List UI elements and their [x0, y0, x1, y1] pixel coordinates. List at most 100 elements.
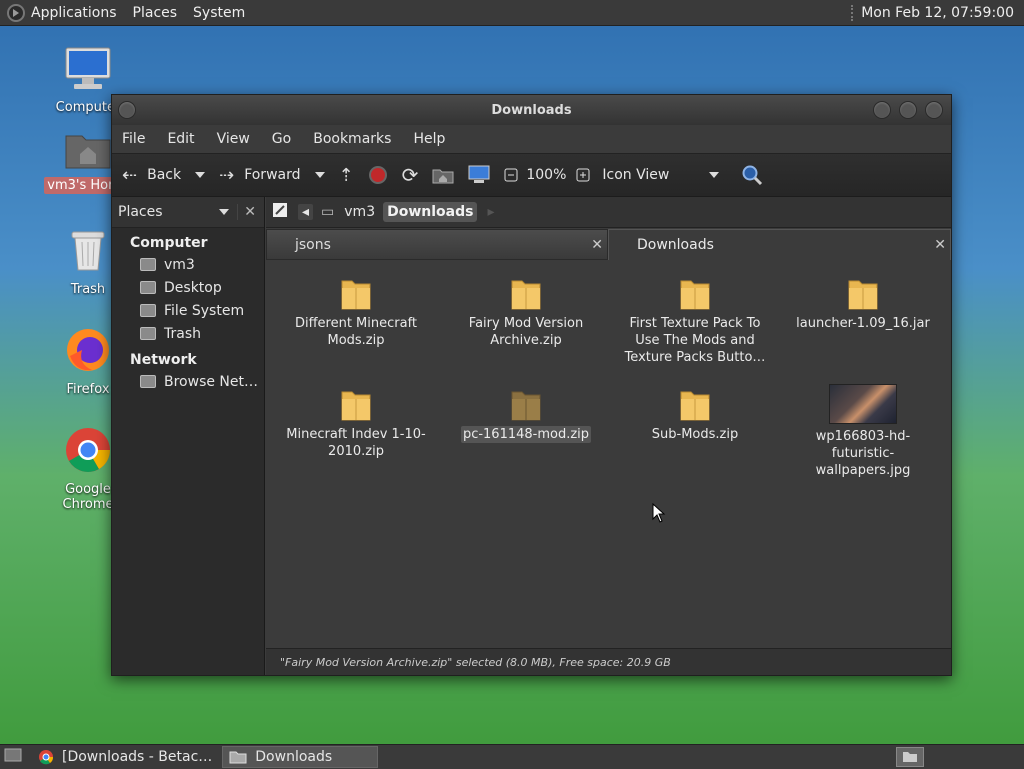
- computer-button[interactable]: [468, 165, 490, 185]
- maximize-button[interactable]: [899, 101, 917, 119]
- search-icon: [742, 165, 763, 186]
- toolbar: ⇠ Back ⇢ Forward ⇡ ⟳ 100% Icon View: [112, 153, 951, 197]
- desktop-icon-label: Trash: [70, 282, 106, 297]
- status-bar: "Fairy Mod Version Archive.zip" selected…: [266, 648, 951, 675]
- computer-icon: [38, 46, 138, 96]
- breadcrumb-vm3[interactable]: vm3: [340, 202, 379, 222]
- menu-applications[interactable]: Applications: [31, 5, 117, 21]
- close-icon[interactable]: ✕: [934, 237, 946, 253]
- file-name: Sub-Mods.zip: [651, 427, 739, 442]
- file-name: launcher-1.09_16.jar: [796, 316, 930, 331]
- tab-downloads[interactable]: Downloads ✕: [608, 229, 951, 260]
- sidebar-item-desktop[interactable]: Desktop: [112, 276, 264, 299]
- back-history-dropdown-icon[interactable]: [195, 172, 206, 178]
- file-name: Fairy Mod Version Archive.zip: [468, 316, 584, 348]
- breadcrumb-downloads[interactable]: Downloads: [383, 202, 478, 222]
- icon-view[interactable]: Different Minecraft Mods.zip Fairy Mod V…: [266, 263, 951, 648]
- zoom-out-button[interactable]: [504, 168, 518, 182]
- close-icon[interactable]: ✕: [591, 237, 603, 253]
- clock[interactable]: Mon Feb 12, 07:59:00: [851, 4, 1014, 21]
- back-arrow-icon: ⇠: [122, 164, 138, 186]
- close-button[interactable]: [925, 101, 943, 119]
- file-name: pc-161148-mod.zip: [460, 426, 592, 443]
- sidebar-item-file-system[interactable]: File System: [112, 299, 264, 322]
- menu-bookmarks[interactable]: Bookmarks: [313, 131, 391, 147]
- zoom-in-button[interactable]: [576, 168, 590, 182]
- forward-arrow-icon: ⇢: [219, 164, 235, 186]
- file-manager-window: Downloads File Edit View Go Bookmarks He…: [111, 94, 952, 676]
- pencil-icon: [273, 203, 287, 217]
- file-item-selected[interactable]: pc-161148-mod.zip: [451, 380, 601, 443]
- back-button[interactable]: ⇠ Back: [122, 164, 206, 186]
- taskbar-item-downloads[interactable]: Downloads: [222, 746, 379, 768]
- zoom-in-icon: [576, 168, 590, 182]
- path-forward-button[interactable]: ▸: [487, 204, 494, 220]
- archive-icon: [340, 386, 372, 422]
- sidebar-item-trash[interactable]: Trash: [112, 322, 264, 345]
- sidebar-close-icon[interactable]: ✕: [244, 204, 256, 220]
- taskbar-item-label: Downloads: [255, 749, 333, 765]
- menu-edit[interactable]: Edit: [167, 131, 194, 147]
- tab-bar: jsons ✕ Downloads ✕: [266, 229, 951, 262]
- tab-jsons[interactable]: jsons ✕: [266, 229, 608, 260]
- menu-view[interactable]: View: [217, 131, 250, 147]
- show-desktop-icon: [4, 748, 22, 762]
- sidebar-header: Places ✕: [112, 197, 264, 228]
- taskbar-item-browser[interactable]: [Downloads - Betac…: [32, 746, 218, 768]
- archive-icon: [679, 386, 711, 422]
- menubar: File Edit View Go Bookmarks Help: [112, 125, 951, 153]
- workspace-switcher[interactable]: [896, 747, 924, 767]
- file-name: Minecraft Indev 1-10-2010.zip: [286, 427, 426, 459]
- sidebar-mode-select[interactable]: Places: [118, 204, 239, 220]
- archive-icon: [340, 275, 372, 311]
- chrome-icon: [39, 750, 54, 765]
- window-titlebar[interactable]: Downloads: [112, 95, 951, 125]
- home-folder-icon: [140, 258, 156, 271]
- file-name: Different Minecraft Mods.zip: [294, 316, 418, 348]
- file-name: wp166803-hd-futuristic-wallpapers.jpg: [815, 429, 911, 478]
- minimize-button[interactable]: [873, 101, 891, 119]
- menu-places[interactable]: Places: [133, 5, 178, 21]
- network-icon: [140, 375, 156, 388]
- show-desktop-button[interactable]: [4, 748, 22, 766]
- file-item[interactable]: Sub-Mods.zip: [620, 380, 770, 443]
- menu-system[interactable]: System: [193, 5, 245, 21]
- forward-label: Forward: [244, 167, 301, 183]
- view-mode-label: Icon View: [602, 167, 670, 183]
- system-logo-icon[interactable]: [7, 3, 25, 22]
- up-button[interactable]: ⇡: [339, 165, 354, 186]
- mouse-cursor-icon: [652, 503, 666, 523]
- computer-icon: [468, 165, 490, 183]
- file-item[interactable]: Fairy Mod Version Archive.zip: [451, 269, 601, 349]
- desktop-icon-label: Firefox: [66, 382, 110, 397]
- menu-go[interactable]: Go: [272, 131, 291, 147]
- forward-button[interactable]: ⇢ Forward: [219, 164, 325, 186]
- stop-button[interactable]: [368, 165, 388, 185]
- menu-file[interactable]: File: [122, 131, 145, 147]
- path-back-button[interactable]: ◂: [298, 204, 314, 220]
- tab-label: jsons: [295, 236, 331, 253]
- edit-location-button[interactable]: [272, 202, 288, 222]
- chevron-down-icon: [219, 209, 230, 215]
- file-item[interactable]: launcher-1.09_16.jar: [788, 269, 938, 332]
- view-mode-select[interactable]: Icon View: [602, 167, 720, 183]
- folder-icon: ▭: [321, 204, 335, 220]
- forward-history-dropdown-icon[interactable]: [314, 172, 325, 178]
- file-item[interactable]: Different Minecraft Mods.zip: [281, 269, 431, 349]
- sidebar-item-vm3[interactable]: vm3: [112, 253, 264, 276]
- file-item[interactable]: First Texture Pack To Use The Mods and T…: [620, 269, 770, 366]
- window-menu-button[interactable]: [118, 101, 136, 119]
- menu-help[interactable]: Help: [413, 131, 445, 147]
- back-label: Back: [147, 167, 182, 183]
- file-item[interactable]: Minecraft Indev 1-10-2010.zip: [281, 380, 431, 460]
- stop-icon: [368, 166, 387, 184]
- tab-label: Downloads: [637, 237, 714, 253]
- sidebar-item-browse-network[interactable]: Browse Net…: [112, 370, 264, 393]
- reload-button[interactable]: ⟳: [402, 163, 419, 187]
- file-name: First Texture Pack To Use The Mods and T…: [624, 316, 766, 365]
- home-button[interactable]: [432, 166, 454, 184]
- zoom-level[interactable]: 100%: [526, 167, 566, 183]
- sidebar-item-label: File System: [164, 302, 245, 319]
- search-button[interactable]: [741, 164, 763, 186]
- file-item[interactable]: wp166803-hd-futuristic-wallpapers.jpg: [788, 380, 938, 479]
